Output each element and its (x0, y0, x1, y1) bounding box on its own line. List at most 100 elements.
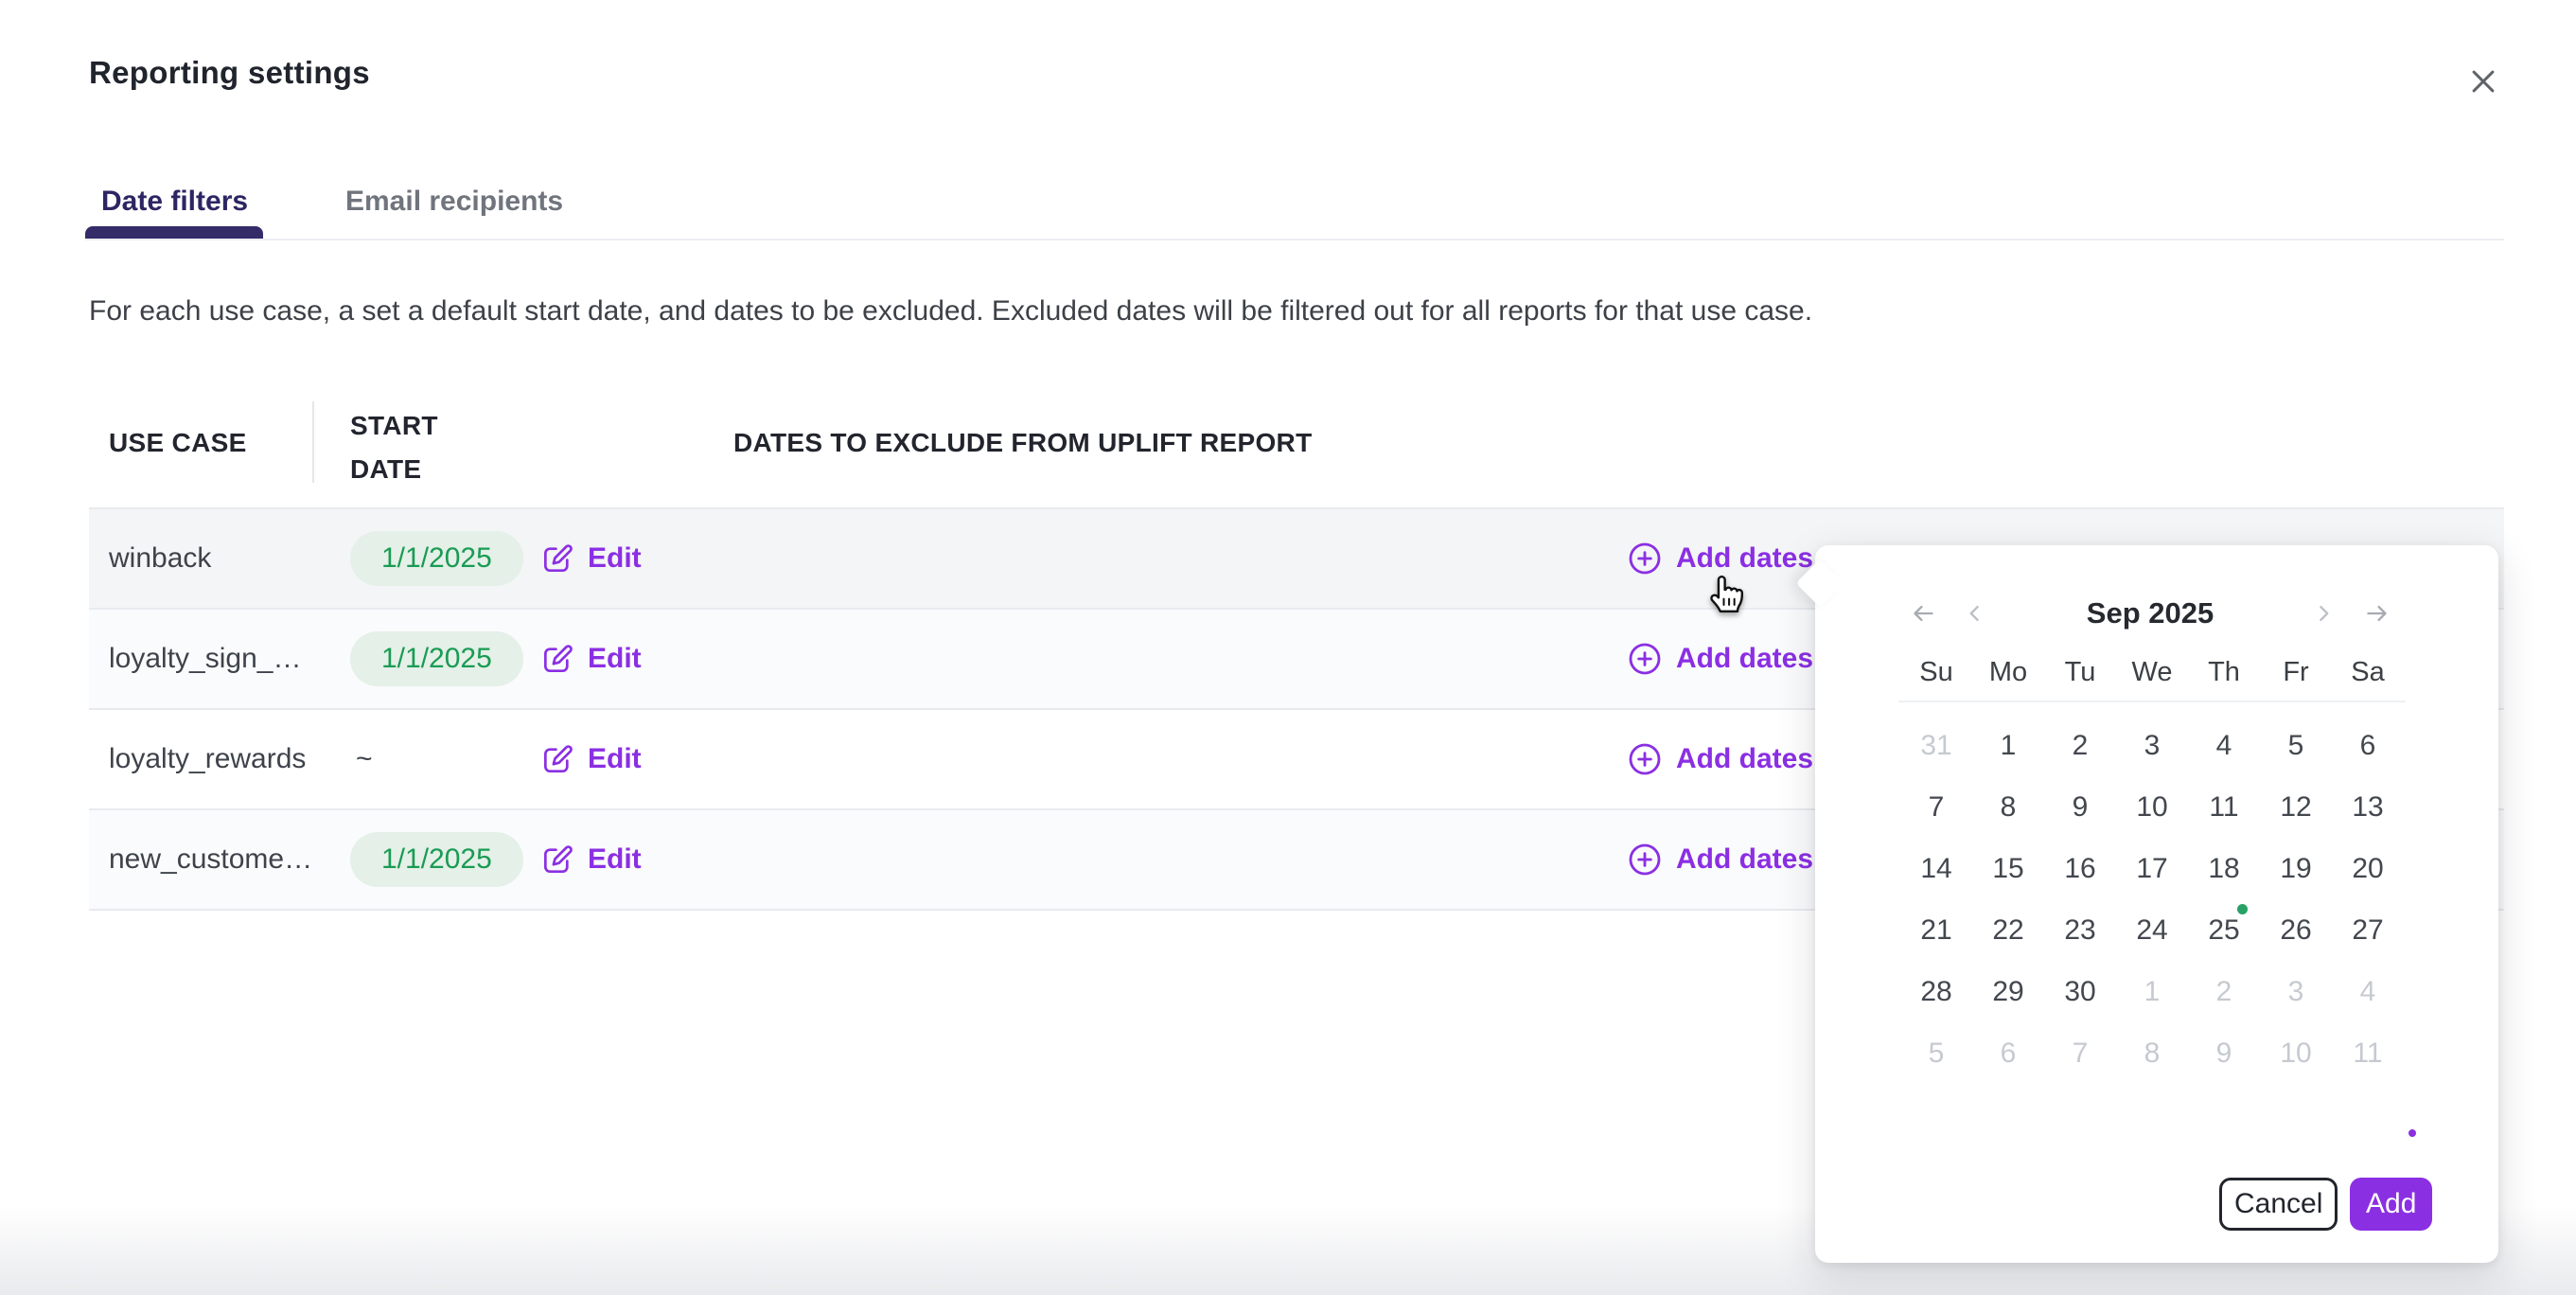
weekday-label: Tu (2044, 648, 2116, 697)
add-dates-button[interactable]: Add dates (1626, 740, 1813, 778)
calendar-day[interactable]: 8 (2116, 1022, 2188, 1084)
edit-label: Edit (588, 542, 642, 575)
calendar-day[interactable]: 6 (2332, 715, 2404, 776)
edit-label: Edit (588, 743, 642, 775)
calendar-day[interactable]: 19 (2260, 838, 2332, 899)
tab-email-recipients[interactable]: Email recipients (345, 186, 563, 218)
calendar-day[interactable]: 30 (2044, 961, 2116, 1022)
add-dates-label: Add dates (1676, 643, 1813, 675)
edit-start-date-button[interactable]: Edit (539, 741, 642, 777)
calendar-day[interactable]: 3 (2116, 715, 2188, 776)
reporting-settings-modal: Reporting settings Date filters Email re… (0, 0, 2576, 1295)
calendar-day[interactable]: 11 (2332, 1022, 2404, 1084)
close-button[interactable] (2457, 55, 2510, 108)
calendar-day[interactable]: 10 (2116, 776, 2188, 838)
next-month-button[interactable] (2303, 593, 2344, 634)
calendar-day[interactable]: 6 (1972, 1022, 2044, 1084)
use-case-label: loyalty_sign_… (109, 643, 301, 675)
calendar-divider (1898, 701, 2406, 702)
previous-month-button[interactable] (1954, 593, 1996, 634)
add-dates-label: Add dates (1676, 743, 1813, 775)
plus-circle-icon (1626, 740, 1664, 778)
calendar-day[interactable]: 10 (2260, 1022, 2332, 1084)
pencil-square-icon (539, 842, 575, 878)
calendar-day[interactable]: 21 (1900, 899, 1972, 961)
use-case-label: winback (109, 542, 211, 575)
calendar-day[interactable]: 5 (1900, 1022, 1972, 1084)
add-dates-button[interactable]: Add dates (1626, 540, 1813, 577)
add-button[interactable]: Add (2350, 1178, 2432, 1231)
calendar-day[interactable]: 12 (2260, 776, 2332, 838)
calendar-day[interactable]: 8 (1972, 776, 2044, 838)
calendar-day[interactable]: 26 (2260, 899, 2332, 961)
description-text: For each use case, a set a default start… (89, 295, 1812, 328)
next-year-button[interactable] (2356, 593, 2398, 634)
close-icon (2467, 65, 2499, 98)
calendar-day[interactable]: 5 (2260, 715, 2332, 776)
calendar-day[interactable]: 2 (2044, 715, 2116, 776)
weekday-label: We (2116, 648, 2188, 697)
calendar-day[interactable]: 7 (1900, 776, 1972, 838)
page-title: Reporting settings (89, 55, 370, 91)
use-case-label: loyalty_rewards (109, 743, 306, 775)
calendar-day[interactable]: 24 (2116, 899, 2188, 961)
add-dates-label: Add dates (1676, 843, 1813, 876)
calendar-day[interactable]: 27 (2332, 899, 2404, 961)
calendar-day[interactable]: 1 (2116, 961, 2188, 1022)
calendar-day[interactable]: 1 (1972, 715, 2044, 776)
weekday-label: Sa (2332, 648, 2404, 697)
add-dates-label: Add dates (1676, 542, 1813, 575)
edit-label: Edit (588, 643, 642, 675)
edit-start-date-button[interactable]: Edit (539, 842, 642, 878)
calendar-day[interactable]: 22 (1972, 899, 2044, 961)
calendar-day[interactable]: 11 (2188, 776, 2260, 838)
arrow-right-icon (2361, 597, 2393, 630)
add-dates-button[interactable]: Add dates (1626, 841, 1813, 878)
start-date-empty: ~ (356, 743, 373, 775)
calendar-day[interactable]: 28 (1900, 961, 1972, 1022)
calendar-day[interactable]: 14 (1900, 838, 1972, 899)
date-picker-popover: Sep 2025 Su Mo Tu We Th Fr (1815, 545, 2498, 1263)
calendar-day[interactable]: 23 (2044, 899, 2116, 961)
calendar-day-grid: 31 1 2 3 4 5 6 7 8 9 10 11 (1900, 715, 2404, 1084)
column-header-exclude-dates: DATES TO EXCLUDE FROM UPLIFT REPORT (733, 428, 1312, 458)
calendar-day[interactable]: 9 (2188, 1022, 2260, 1084)
chevron-left-icon (1959, 597, 1991, 630)
use-case-label: new_custome… (109, 843, 312, 876)
calendar-day[interactable]: 9 (2044, 776, 2116, 838)
cancel-button[interactable]: Cancel (2219, 1178, 2338, 1231)
calendar-day[interactable]: 4 (2332, 961, 2404, 1022)
header-column-divider (312, 401, 314, 483)
weekday-label: Th (2188, 648, 2260, 697)
arrow-left-icon (1907, 597, 1939, 630)
previous-year-button[interactable] (1902, 593, 1944, 634)
column-header-use-case: USE CASE (109, 428, 247, 458)
calendar-day[interactable]: 31 (1900, 715, 1972, 776)
edit-start-date-button[interactable]: Edit (539, 641, 642, 677)
calendar-day[interactable]: 16 (2044, 838, 2116, 899)
tab-date-filters[interactable]: Date filters (101, 186, 248, 218)
calendar-day[interactable]: 29 (1972, 961, 2044, 1022)
add-dates-button[interactable]: Add dates (1626, 640, 1813, 678)
calendar-day[interactable]: 4 (2188, 715, 2260, 776)
calendar-day[interactable]: 15 (1972, 838, 2044, 899)
edit-label: Edit (588, 843, 642, 876)
weekday-label: Fr (2260, 648, 2332, 697)
calendar-day[interactable]: 25 (2188, 899, 2260, 961)
pencil-square-icon (539, 541, 575, 577)
plus-circle-icon (1626, 640, 1664, 678)
calendar-day[interactable]: 18 (2188, 838, 2260, 899)
calendar-day[interactable]: 20 (2332, 838, 2404, 899)
selection-dot (2408, 1129, 2416, 1137)
start-date-badge: 1/1/2025 (350, 631, 523, 686)
calendar-day[interactable]: 7 (2044, 1022, 2116, 1084)
weekday-label: Su (1900, 648, 1972, 697)
column-header-start-date: START DATE (350, 404, 483, 491)
calendar-day[interactable]: 3 (2260, 961, 2332, 1022)
chevron-right-icon (2307, 597, 2339, 630)
calendar-day[interactable]: 17 (2116, 838, 2188, 899)
calendar-day[interactable]: 13 (2332, 776, 2404, 838)
calendar-day[interactable]: 2 (2188, 961, 2260, 1022)
start-date-badge: 1/1/2025 (350, 531, 523, 586)
edit-start-date-button[interactable]: Edit (539, 541, 642, 577)
